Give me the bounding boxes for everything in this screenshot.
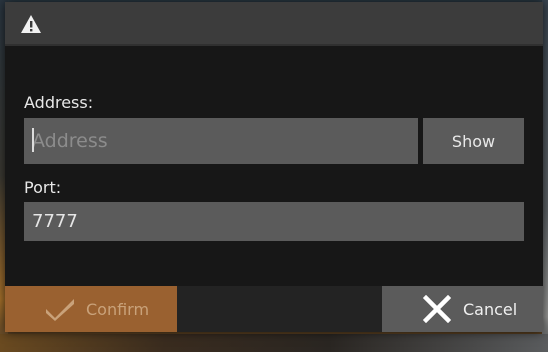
- address-input[interactable]: [24, 118, 418, 164]
- address-label: Address:: [24, 93, 94, 112]
- backdrop-bottom: [0, 334, 548, 352]
- show-button[interactable]: Show: [423, 118, 524, 164]
- cancel-button[interactable]: Cancel: [382, 286, 543, 332]
- connect-dialog: Address: Show Port: Confirm Cancel: [5, 2, 543, 332]
- confirm-button[interactable]: Confirm: [5, 286, 177, 332]
- confirm-label: Confirm: [86, 299, 150, 319]
- port-label: Port:: [24, 178, 62, 197]
- check-icon: [46, 299, 74, 321]
- dialog-titlebar: [5, 2, 543, 46]
- text-caret: [32, 128, 34, 152]
- close-icon: [423, 295, 451, 323]
- warning-icon: [21, 15, 41, 33]
- cancel-label: Cancel: [463, 299, 518, 319]
- port-input[interactable]: [24, 202, 524, 241]
